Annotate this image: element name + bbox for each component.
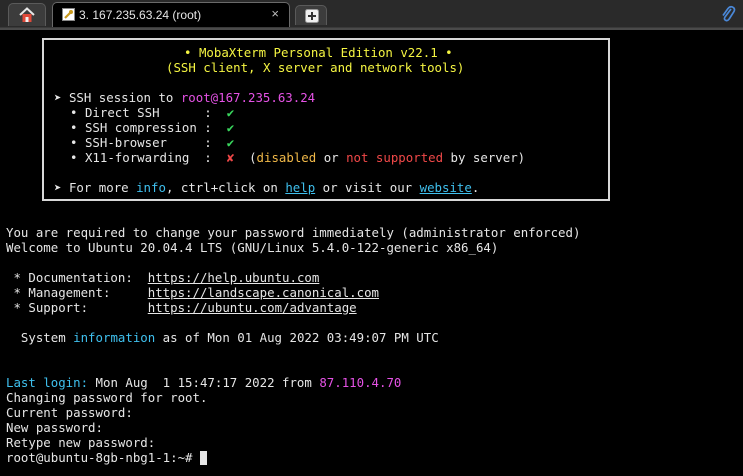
mgmt-label: * Management: — [6, 285, 148, 300]
sysinfo-suffix: as of Mon 01 Aug 2022 03:49:07 PM UTC — [155, 330, 439, 345]
tab-close-button[interactable]: × — [271, 6, 279, 21]
doc-label: * Documentation: — [6, 270, 148, 285]
last-login-label: Last login: — [6, 375, 89, 390]
more-prefix: For more — [68, 180, 129, 195]
x11-not-supported: not supported — [346, 150, 444, 165]
check-icon: ✔ — [226, 120, 235, 135]
documentation-line: * Documentation: https://help.ubuntu.com — [6, 270, 319, 285]
mgmt-url[interactable]: https://landscape.canonical.com — [148, 285, 379, 300]
x11-tail: by server) — [450, 150, 526, 165]
paperclip-icon[interactable] — [720, 5, 736, 23]
bullet: • — [70, 120, 78, 135]
banner-bullet-right: • — [445, 45, 453, 60]
feature-label: SSH-browser : — [84, 135, 212, 150]
tab-bar: 3. 167.235.63.24 (root) × — [0, 0, 743, 28]
management-line: * Management: https://landscape.canonica… — [6, 285, 379, 300]
current-password-line: Current password: — [6, 405, 133, 420]
cross-icon: ✘ — [226, 150, 235, 165]
shell-prompt-line[interactable]: root@ubuntu-8gb-nbg1-1:~# — [6, 450, 207, 465]
last-login-ip: 87.110.4.70 — [319, 375, 402, 390]
last-login-time: Mon Aug 1 15:47:17 2022 from — [88, 375, 320, 390]
new-tab-button[interactable] — [295, 5, 327, 25]
feature-label: SSH compression : — [84, 120, 212, 135]
tab-session[interactable]: 3. 167.235.63.24 (root) × — [52, 2, 290, 27]
check-icon: ✔ — [226, 135, 235, 150]
feature-label: X11-forwarding : — [84, 150, 212, 165]
banner-session-line: ➤ SSH session to root@167.235.63.24 — [54, 90, 315, 105]
website-link[interactable]: website — [420, 180, 472, 195]
support-url[interactable]: https://ubuntu.com/advantage — [148, 300, 357, 315]
support-line: * Support: https://ubuntu.com/advantage — [6, 300, 357, 315]
sysinfo-word: information — [73, 330, 156, 345]
bullet: • — [70, 135, 78, 150]
more-dot: . — [471, 180, 480, 195]
more-visit: or visit our — [322, 180, 413, 195]
terminal-cursor — [199, 451, 207, 465]
arrow-icon: ➤ — [54, 90, 62, 105]
session-target: root@167.235.63.24 — [180, 90, 316, 105]
changing-password-line: Changing password for root. — [6, 390, 208, 405]
home-icon — [19, 7, 35, 22]
info-link[interactable]: info — [136, 180, 166, 195]
arrow-icon: ➤ — [54, 180, 62, 195]
banner-bullet-left: • — [184, 45, 192, 60]
feature-label: Direct SSH : — [84, 105, 212, 120]
banner-title: MobaXterm Personal Edition v22.1 — [198, 45, 438, 60]
feature-x11-forwarding: • X11-forwarding : ✘ (disabled or not su… — [70, 150, 525, 165]
tab-session-title: 3. 167.235.63.24 (root) — [79, 8, 202, 22]
bullet: • — [70, 105, 78, 120]
feature-direct-ssh: • Direct SSH : ✔ — [70, 105, 234, 120]
system-info-line: System information as of Mon 01 Aug 2022… — [6, 330, 439, 345]
home-tab[interactable] — [8, 3, 46, 26]
plus-icon — [305, 9, 319, 23]
check-icon: ✔ — [226, 105, 235, 120]
new-password-line: New password: — [6, 420, 103, 435]
doc-url[interactable]: https://help.ubuntu.com — [148, 270, 320, 285]
feature-ssh-compression: • SSH compression : ✔ — [70, 120, 234, 135]
last-login-line: Last login: Mon Aug 1 15:47:17 2022 from… — [6, 375, 401, 390]
banner-subtitle: (SSH client, X server and network tools) — [166, 60, 465, 75]
feature-ssh-browser: • SSH-browser : ✔ — [70, 135, 234, 150]
x11-paren: ( — [249, 150, 257, 165]
shell-prompt: root@ubuntu-8gb-nbg1-1:~# — [6, 450, 200, 465]
banner-more-line: ➤ For more info, ctrl+click on help or v… — [54, 180, 479, 195]
x11-disabled: disabled — [256, 150, 317, 165]
terminal-area[interactable]: • MobaXterm Personal Edition v22.1 • (SS… — [0, 30, 743, 476]
welcome-line: Welcome to Ubuntu 20.04.4 LTS (GNU/Linux… — [6, 240, 499, 255]
help-link[interactable]: help — [285, 180, 315, 195]
sysinfo-prefix: System — [6, 330, 74, 345]
password-required-line: You are required to change your password… — [6, 225, 581, 240]
wrench-icon — [62, 8, 75, 21]
support-label: * Support: — [6, 300, 148, 315]
more-middle: , ctrl+click on — [165, 180, 278, 195]
welcome-banner: • MobaXterm Personal Edition v22.1 • (SS… — [42, 38, 610, 201]
retype-password-line: Retype new password: — [6, 435, 156, 450]
x11-or: or — [323, 150, 339, 165]
banner-title-line: • MobaXterm Personal Edition v22.1 • — [184, 45, 453, 60]
bullet: • — [70, 150, 78, 165]
session-prefix: SSH session to — [68, 90, 174, 105]
